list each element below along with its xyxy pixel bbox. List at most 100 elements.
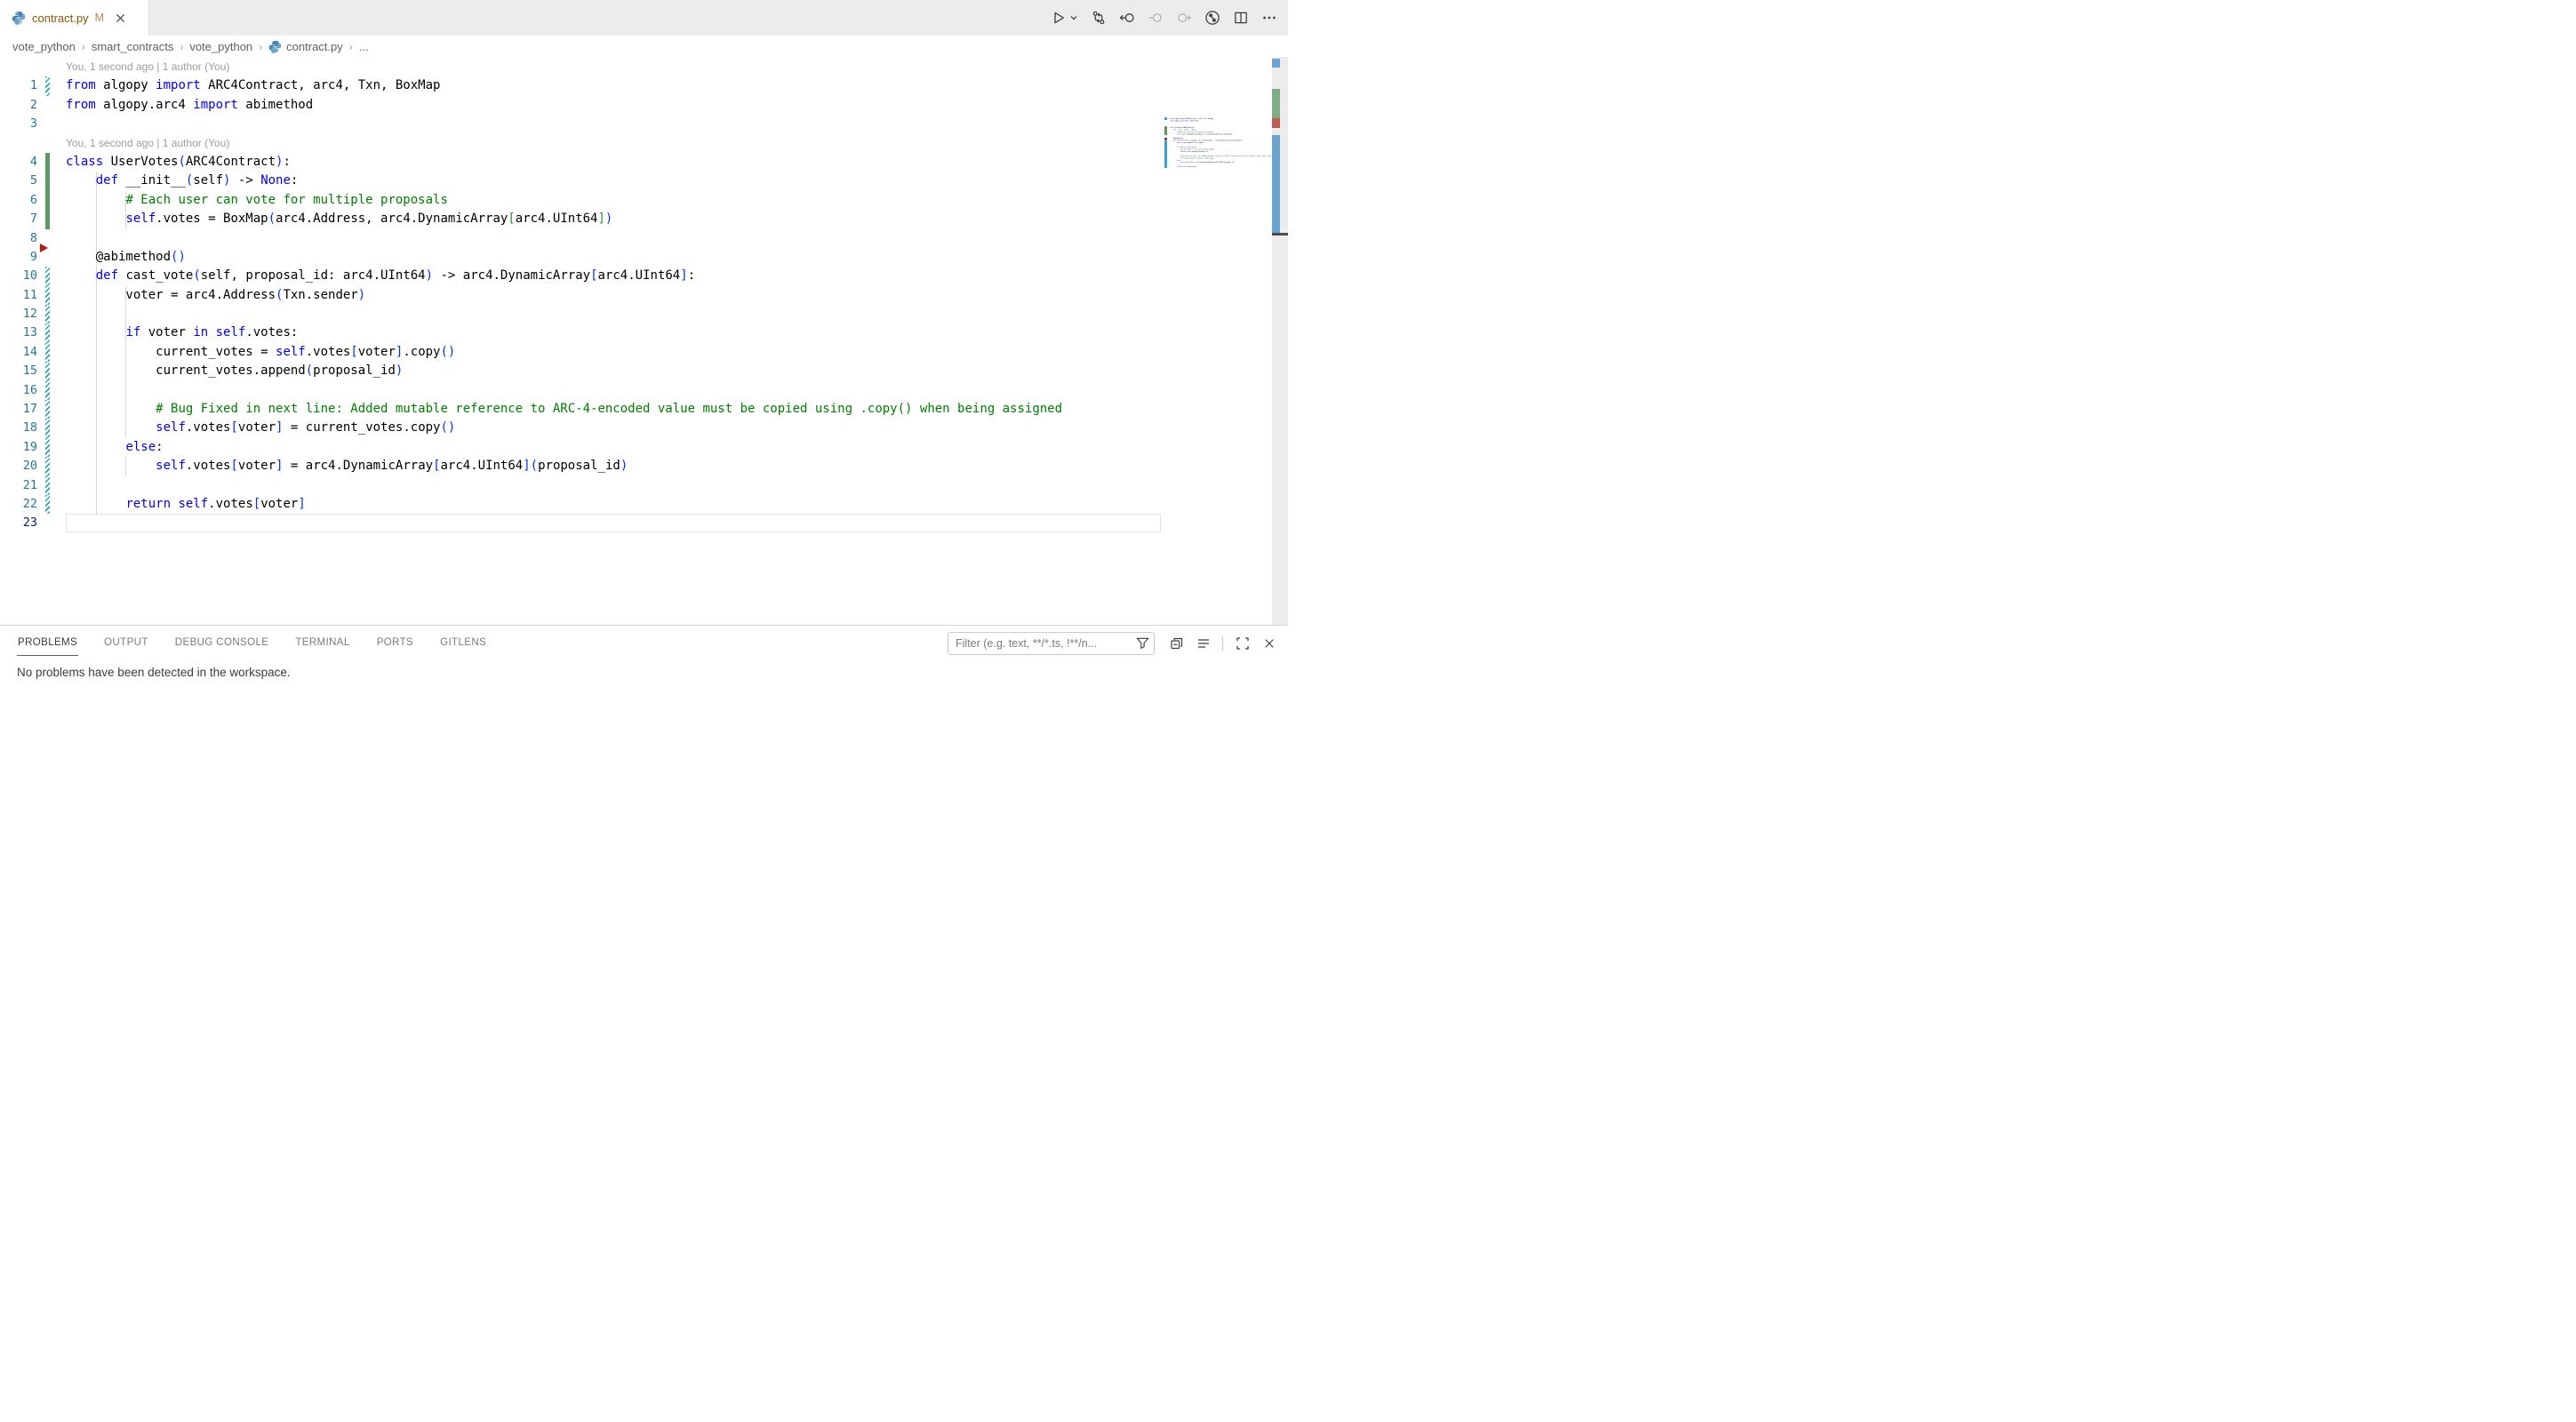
code-line-3[interactable]: 3	[0, 115, 1272, 133]
code-token: arc4.UInt64	[516, 212, 598, 226]
code-line-15[interactable]: 15 current_votes.append(proposal_id)	[0, 362, 1272, 380]
gutter-diff-decoration[interactable]	[37, 115, 50, 133]
gutter-diff-decoration[interactable]	[37, 324, 50, 342]
code-line-9[interactable]: 9 @abimethod()	[0, 248, 1272, 267]
previous-change-disabled-icon[interactable]	[1147, 10, 1164, 27]
panel-tab-debug-console[interactable]: DEBUG CONSOLE	[174, 628, 270, 656]
code-token: ]	[1196, 166, 1197, 168]
breadcrumb-item-vote-python[interactable]: vote_python	[189, 40, 252, 53]
breadcrumb-item--[interactable]: ...	[359, 40, 369, 53]
run-dropdown-chevron[interactable]	[1068, 10, 1078, 27]
code-line-8[interactable]: 8	[0, 229, 1272, 248]
code-line-22[interactable]: 22 return self.votes[voter]	[0, 495, 1272, 514]
code-line-20[interactable]: 20 self.votes[voter] = arc4.DynamicArray…	[0, 457, 1272, 475]
code-token: )	[1232, 133, 1233, 135]
code-line-21[interactable]: 21	[0, 476, 1272, 495]
previous-change-arrow-icon[interactable]	[1118, 10, 1135, 27]
tab-close-icon[interactable]	[113, 11, 127, 25]
gutter-diff-decoration[interactable]	[37, 476, 50, 495]
code-line-2[interactable]: 2from algopy.arc4 import abimethod	[0, 96, 1272, 115]
code-token: arc4.UInt64	[598, 268, 681, 283]
code-line-19[interactable]: 19 else:	[0, 438, 1272, 457]
close-panel-icon[interactable]	[1261, 636, 1276, 651]
more-actions-icon[interactable]	[1260, 10, 1277, 27]
gutter-diff-decoration[interactable]	[37, 76, 50, 95]
code-line-12[interactable]: 12	[0, 305, 1272, 324]
problems-filter-input[interactable]	[948, 632, 1155, 655]
collapse-all-icon[interactable]	[1169, 636, 1184, 651]
code-token	[66, 420, 156, 435]
panel-tab-terminal[interactable]: TERMINAL	[294, 628, 350, 656]
code-line-10[interactable]: 10 def cast_vote(self, proposal_id: arc4…	[0, 267, 1272, 285]
panel-tab-problems[interactable]: PROBLEMS	[17, 628, 78, 656]
line-number: 4	[0, 153, 37, 172]
view-as-table-icon[interactable]	[1196, 636, 1211, 651]
gutter-diff-decoration[interactable]	[37, 419, 50, 437]
code-token: ()	[441, 420, 456, 435]
gutter-diff-decoration[interactable]	[37, 457, 50, 475]
minimap-line	[1168, 168, 1272, 170]
gutter-diff-decoration[interactable]	[37, 210, 50, 228]
gutter-diff-decoration[interactable]	[37, 191, 50, 210]
code-line-17[interactable]: 17 # Bug Fixed in next line: Added mutab…	[0, 400, 1272, 419]
split-editor-icon[interactable]	[1232, 10, 1249, 27]
breadcrumb-item-smart-contracts[interactable]: smart_contracts	[92, 40, 173, 53]
deleted-lines-marker[interactable]	[40, 244, 48, 252]
code-line-6[interactable]: 6 # Each user can vote for multiple prop…	[0, 191, 1272, 210]
code-line-13[interactable]: 13 if voter in self.votes:	[0, 324, 1272, 342]
minimap[interactable]: from algopy import ARC4Contract, arc4, T…	[1164, 58, 1272, 625]
code-line-1[interactable]: 1from algopy import ARC4Contract, arc4, …	[0, 76, 1272, 95]
breadcrumb-separator: ›	[82, 41, 85, 53]
breadcrumb-item-contract-py[interactable]: contract.py	[268, 40, 343, 53]
gutter-diff-decoration[interactable]	[37, 286, 50, 305]
code-token: self	[178, 497, 208, 511]
tab-contract-py[interactable]: contract.py M	[0, 0, 149, 36]
code-line-14[interactable]: 14 current_votes = self.votes[voter].cop…	[0, 343, 1272, 362]
ruler-modified-mark	[1272, 135, 1280, 233]
minimap-modified-mark	[1164, 140, 1167, 168]
filter-funnel-icon	[1136, 636, 1149, 654]
gutter-diff-decoration[interactable]	[37, 495, 50, 514]
breadcrumb-item-vote-python[interactable]: vote_python	[12, 40, 76, 53]
next-change-disabled-icon[interactable]	[1175, 10, 1192, 27]
gutter-diff-decoration[interactable]	[37, 343, 50, 362]
code-editor[interactable]: You, 1 second ago | 1 author (You)1from …	[0, 58, 1272, 625]
gutter-diff-decoration[interactable]	[37, 305, 50, 324]
run-button[interactable]	[1050, 10, 1067, 27]
maximize-panel-icon[interactable]	[1235, 636, 1250, 651]
code-token: ]	[298, 497, 305, 511]
gutter-diff-decoration[interactable]	[37, 172, 50, 190]
panel-tab-output[interactable]: OUTPUT	[103, 628, 149, 656]
code-token: Txn.sender	[283, 288, 357, 302]
code-line-4[interactable]: 4class UserVotes(ARC4Contract):	[0, 153, 1272, 172]
gitlens-blame-annotation[interactable]: You, 1 second ago | 1 author (You)	[0, 58, 1272, 76]
panel-tab-gitlens[interactable]: GITLENS	[439, 628, 487, 656]
open-changes-icon[interactable]	[1090, 10, 1107, 27]
code-token: .votes = BoxMap	[1180, 133, 1194, 135]
gitlens-graph-icon[interactable]	[1204, 10, 1220, 27]
code-line-16[interactable]: 16	[0, 381, 1272, 400]
code-line-11[interactable]: 11 voter = arc4.Address(Txn.sender)	[0, 286, 1272, 305]
code-line-23[interactable]: 23	[0, 514, 1272, 532]
gutter-diff-decoration[interactable]	[37, 267, 50, 285]
gutter-diff-decoration[interactable]	[37, 96, 50, 115]
gutter-diff-decoration[interactable]	[37, 438, 50, 457]
overview-ruler[interactable]	[1272, 57, 1288, 625]
code-token: = arc4.DynamicArray	[1195, 162, 1212, 164]
code-line-18[interactable]: 18 self.votes[voter] = current_votes.cop…	[0, 419, 1272, 437]
gutter-diff-decoration[interactable]	[37, 514, 50, 532]
gutter-diff-decoration[interactable]	[37, 400, 50, 419]
panel-tab-ports[interactable]: PORTS	[376, 628, 414, 656]
gutter-diff-decoration[interactable]	[37, 153, 50, 172]
ruler-cursor-mark	[1272, 233, 1288, 236]
code-token: = current_votes.copy	[283, 420, 440, 435]
code-line-5[interactable]: 5 def __init__(self) -> None:	[0, 172, 1272, 190]
gitlens-blame-annotation[interactable]: You, 1 second ago | 1 author (You)	[0, 134, 1272, 153]
breadcrumb-separator: ›	[349, 41, 353, 53]
code-line-7[interactable]: 7 self.votes = BoxMap(arc4.Address, arc4…	[0, 210, 1272, 228]
code-token: ARC4Contract	[186, 155, 276, 169]
code-token: .copy	[403, 345, 440, 359]
code-token: [	[590, 268, 597, 283]
gutter-diff-decoration[interactable]	[37, 362, 50, 380]
gutter-diff-decoration[interactable]	[37, 381, 50, 400]
